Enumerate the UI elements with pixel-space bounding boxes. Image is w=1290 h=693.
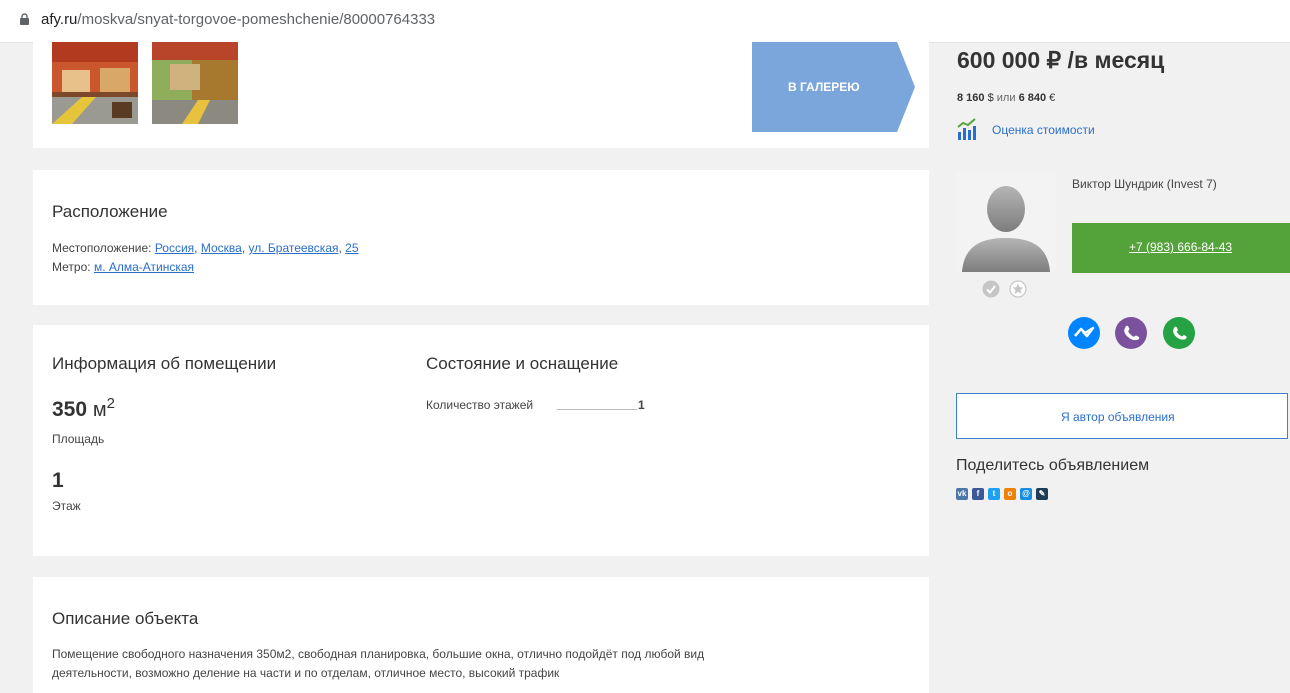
whatsapp-icon[interactable] <box>1162 316 1196 350</box>
floor-label: Этаж <box>52 499 81 513</box>
phone-number: +7 (983) 666-84-43 <box>1129 240 1233 254</box>
location-label: Местоположение: <box>52 241 152 255</box>
lock-icon <box>20 13 29 25</box>
price-estimate-link[interactable]: Оценка стоимости <box>992 123 1095 137</box>
metro-link[interactable]: м. Алма-Атинская <box>94 260 194 274</box>
eur-symbol: € <box>1049 92 1056 104</box>
author-button-label: Я автор объявления <box>1061 410 1175 424</box>
facebook-share-icon[interactable]: f <box>972 488 984 500</box>
area-sup: 2 <box>106 395 115 412</box>
usd-value: 8 160 <box>957 92 985 104</box>
author-button[interactable]: Я автор объявления <box>956 393 1288 439</box>
info-heading: Информация об помещении <box>52 354 277 373</box>
url-path: /moskva/snyat-torgovoe-pomeshchenie/8000… <box>77 11 436 28</box>
photo-thumbnail-2[interactable] <box>152 42 238 124</box>
photo-thumbnail-1[interactable] <box>52 42 138 124</box>
location-card: Расположение Местоположение: Россия, Мос… <box>33 170 929 305</box>
street-link[interactable]: ул. Братеевская <box>248 241 338 255</box>
vk-share-icon[interactable]: vk <box>956 488 968 500</box>
usd-symbol: $ <box>987 92 994 104</box>
livejournal-share-icon[interactable]: ✎ <box>1036 488 1048 500</box>
description-card: Описание объекта Помещение свободного на… <box>33 577 929 693</box>
odnoklassniki-share-icon[interactable]: o <box>1004 488 1016 500</box>
url-host: afy.ru <box>41 11 78 28</box>
gallery-button-label: В ГАЛЕРЕЮ <box>788 80 860 94</box>
country-link[interactable]: Россия <box>155 241 194 255</box>
area-unit: м <box>92 399 107 421</box>
mailru-share-icon[interactable]: @ <box>1020 488 1032 500</box>
phone-button[interactable]: +7 (983) 666-84-43 <box>1072 223 1290 273</box>
url-text[interactable]: afy.ru/moskva/snyat-torgovoe-pomeshcheni… <box>41 11 435 28</box>
floors-count-value: 1 <box>638 398 645 412</box>
viber-icon[interactable] <box>1114 316 1148 350</box>
area-number: 350 <box>52 398 88 421</box>
area-label: Площадь <box>52 432 105 446</box>
house-link[interactable]: 25 <box>345 241 358 255</box>
verified-icon <box>982 280 1000 298</box>
dotted-leader <box>557 409 637 410</box>
price-main: 600 000 ₽ /в месяц <box>957 47 1165 73</box>
metro-line: Метро: м. Алма-Атинская <box>52 260 194 274</box>
messenger-icon[interactable] <box>1067 316 1101 350</box>
chart-icon <box>957 118 976 140</box>
eur-value: 6 840 <box>1018 92 1047 104</box>
floors-count-label: Количество этажей <box>426 398 534 412</box>
star-icon <box>1009 280 1027 298</box>
or-text: или <box>996 92 1016 104</box>
location-line: Местоположение: Россия, Москва, ул. Брат… <box>52 241 359 255</box>
area-value: 350 м2 <box>52 395 115 422</box>
twitter-share-icon[interactable]: t <box>988 488 1000 500</box>
share-heading: Поделитесь объявлением <box>956 457 1150 474</box>
condition-heading: Состояние и оснащение <box>426 354 619 373</box>
location-heading: Расположение <box>52 202 168 221</box>
gallery-button[interactable]: В ГАЛЕРЕЮ <box>752 42 915 132</box>
agent-avatar <box>956 172 1056 272</box>
agent-name[interactable]: Виктор Шундрик (Invest 7) <box>1072 177 1217 191</box>
price-conversion: 8 160 $ или 6 840 € <box>957 92 1055 104</box>
description-line-2: деятельности, возможно деление на части … <box>52 666 560 680</box>
description-line-1: Помещение свободного назначения 350м2, с… <box>52 647 705 661</box>
floor-value: 1 <box>52 469 64 492</box>
metro-label: Метро: <box>52 260 91 274</box>
info-card: Информация об помещении 350 м2 Площадь 1… <box>33 325 929 556</box>
address-bar[interactable]: afy.ru/moskva/snyat-torgovoe-pomeshcheni… <box>0 0 1290 43</box>
description-heading: Описание объекта <box>52 609 199 628</box>
city-link[interactable]: Москва <box>201 241 242 255</box>
